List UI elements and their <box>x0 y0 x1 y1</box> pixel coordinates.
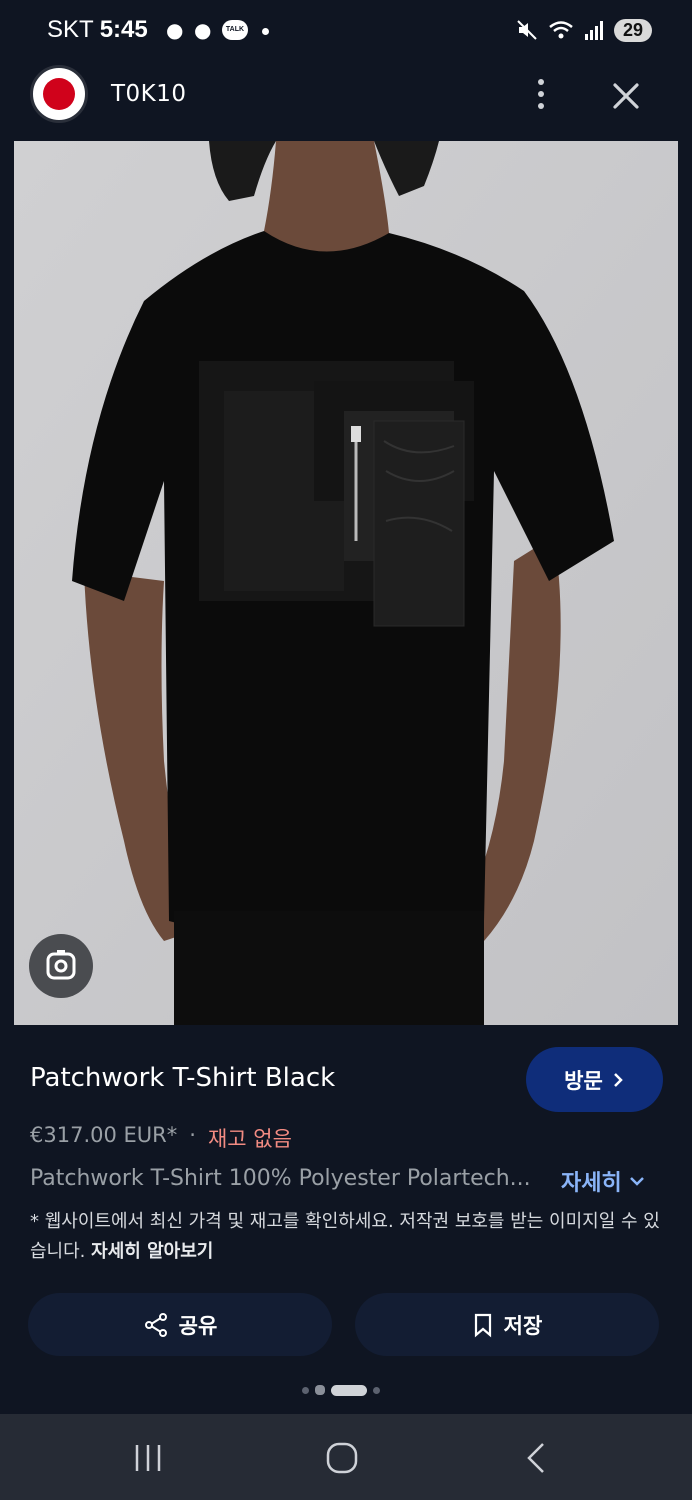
back-icon[interactable] <box>517 1438 557 1478</box>
copyright-notice: * 웹사이트에서 최신 가격 및 재고를 확인하세요. 저작권 보호를 받는 이… <box>30 1207 670 1267</box>
notification-icon: ● <box>194 18 212 42</box>
pager-dot <box>315 1385 325 1395</box>
status-right: 29 <box>516 16 652 44</box>
site-name[interactable]: T0K10 <box>111 81 187 107</box>
save-label: 저장 <box>503 1313 543 1338</box>
battery-indicator: 29 <box>613 18 652 42</box>
share-label: 공유 <box>178 1313 218 1338</box>
status-bar: SKT 5:45 ● ● TALK 29 <box>0 0 692 60</box>
signal-icon <box>584 21 603 40</box>
pager-dot <box>302 1386 309 1394</box>
carrier-label: SKT <box>47 16 94 43</box>
product-description: Patchwork T-Shirt 100% Polyester Polarte… <box>30 1166 531 1191</box>
top-bar: T0K10 <box>0 60 692 140</box>
product-image[interactable] <box>14 141 678 1025</box>
price-row: €317.00 EUR* · 재고 없음 <box>30 1123 292 1153</box>
system-nav-bar <box>0 1414 692 1500</box>
more-vert-icon[interactable] <box>528 74 554 114</box>
save-button[interactable]: 저장 <box>355 1293 659 1356</box>
share-button[interactable]: 공유 <box>28 1293 332 1356</box>
chevron-down-icon <box>629 1177 644 1186</box>
separator: · <box>189 1123 196 1147</box>
notification-dot <box>262 28 269 35</box>
price: €317.00 EUR* <box>30 1123 178 1147</box>
image-pager <box>302 1384 380 1396</box>
clock: 5:45 <box>99 16 148 43</box>
lens-icon[interactable] <box>29 934 93 998</box>
share-icon <box>144 1312 167 1337</box>
notification-icon: ● <box>166 18 184 42</box>
pager-dot <box>373 1386 380 1394</box>
stock-status: 재고 없음 <box>207 1127 292 1151</box>
home-icon[interactable] <box>322 1438 362 1478</box>
t-shirt-illustration <box>14 141 678 1025</box>
close-icon[interactable] <box>606 76 646 116</box>
recent-apps-icon[interactable] <box>128 1438 168 1478</box>
product-title: Patchwork T-Shirt Black <box>30 1063 336 1093</box>
pager-dot-active <box>331 1384 367 1396</box>
site-logo[interactable] <box>30 65 88 123</box>
mute-icon <box>517 20 537 40</box>
talk-icon: TALK <box>222 20 248 40</box>
wifi-icon <box>549 21 573 39</box>
bookmark-icon <box>474 1313 491 1337</box>
learn-more-link[interactable]: 자세히 알아보기 <box>91 1241 213 1262</box>
more-label: 자세히 <box>561 1171 622 1196</box>
visit-button[interactable]: 방문 <box>526 1047 663 1112</box>
more-details-toggle[interactable]: 자세히 <box>561 1165 646 1197</box>
visit-label: 방문 <box>564 1068 603 1093</box>
chevron-right-icon <box>613 1072 623 1087</box>
status-carrier: SKT 5:45 <box>47 16 148 44</box>
